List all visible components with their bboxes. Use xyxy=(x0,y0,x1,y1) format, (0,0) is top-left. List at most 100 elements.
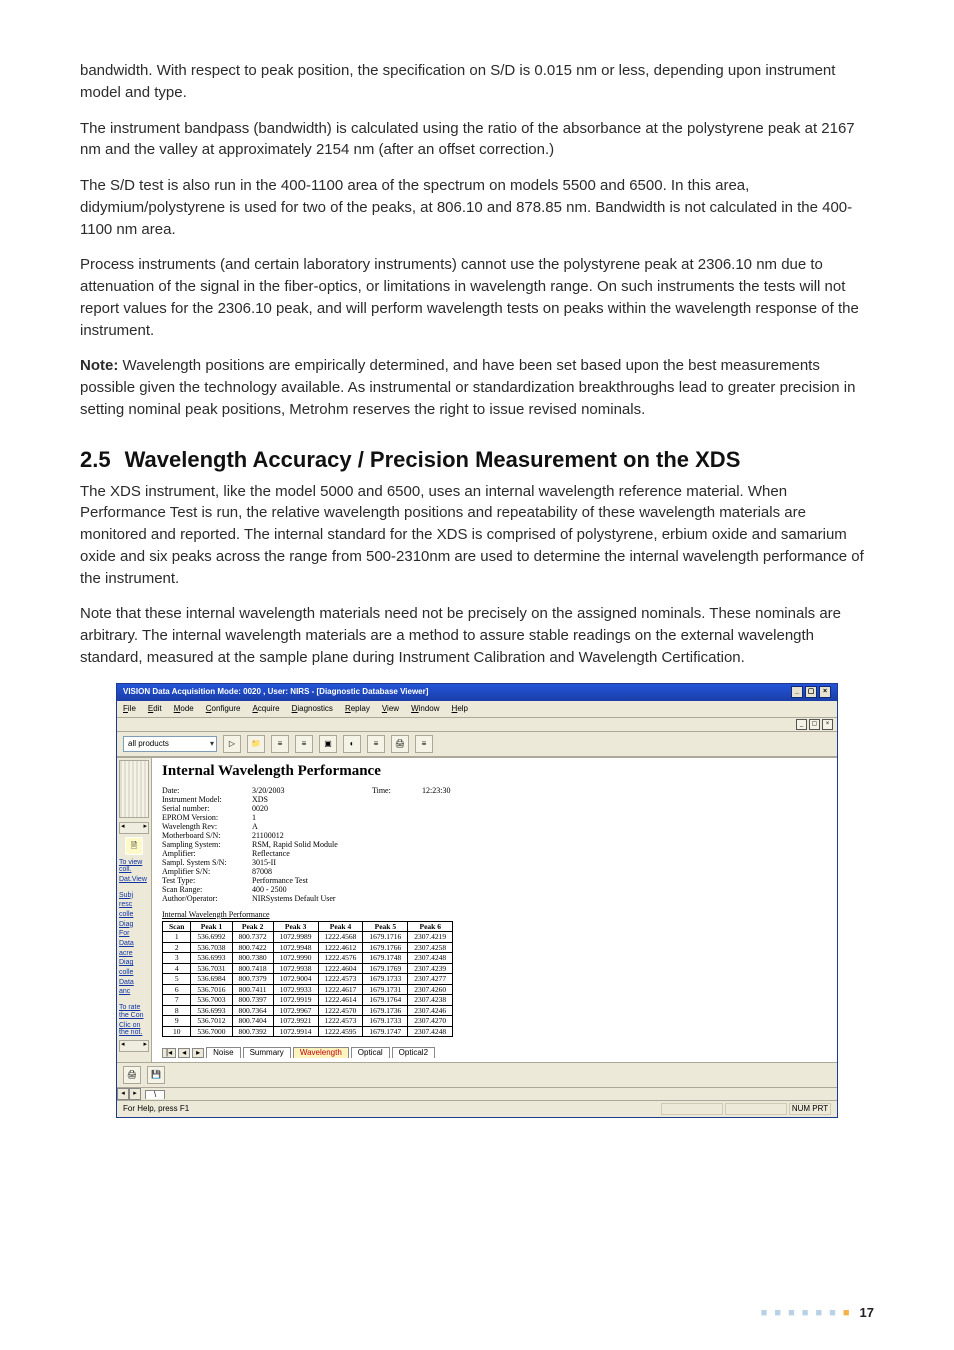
play-button[interactable]: ▷ xyxy=(223,735,241,753)
mdi-close-button[interactable]: × xyxy=(822,719,833,730)
footer-dots: ■ ■ ■ ■ ■ ■ ■ xyxy=(761,1307,852,1319)
meta-eprom-k: EPROM Version: xyxy=(162,814,252,822)
tool-button-4[interactable]: ◐ xyxy=(343,735,361,753)
meta-tt-k: Test Type: xyxy=(162,877,252,885)
close-button[interactable]: × xyxy=(819,686,831,698)
meta-auth-v: NIRSystems Default User xyxy=(252,895,502,903)
tab-noise[interactable]: Noise xyxy=(206,1047,240,1058)
menu-configure[interactable]: Configure xyxy=(206,705,241,713)
table-cell: 1222.4576 xyxy=(318,953,363,964)
table-row: 4536.7031800.74181072.99381222.46041679.… xyxy=(163,963,453,974)
spectrum-thumbnail xyxy=(119,760,149,818)
link-b-2[interactable]: colle xyxy=(117,910,151,920)
maximize-button[interactable]: ▢ xyxy=(805,686,817,698)
link-b-4[interactable]: For xyxy=(117,929,151,939)
table-cell: 1222.4573 xyxy=(318,974,363,985)
meta-date-v: 3/20/2003 xyxy=(252,787,372,795)
tool-button-1[interactable]: ≡ xyxy=(271,735,289,753)
tab-wavelength[interactable]: Wavelength xyxy=(293,1047,349,1058)
meta-date-k: Date: xyxy=(162,787,252,795)
lower-scroll-right[interactable]: ▸ xyxy=(129,1088,141,1100)
mdi-minimize-button[interactable]: _ xyxy=(796,719,807,730)
tab-optical2[interactable]: Optical2 xyxy=(392,1047,435,1058)
tool-button-5[interactable]: ≡ xyxy=(367,735,385,753)
link-c-1[interactable]: Clic on the not. xyxy=(117,1021,151,1038)
meta-mb-k: Motherboard S/N: xyxy=(162,832,252,840)
table-cell: 800.7411 xyxy=(232,984,273,995)
meta-time-v: 12:23:30 xyxy=(422,787,502,795)
link-c-0[interactable]: To rate the Con xyxy=(117,1003,151,1020)
table-cell: 2307.4277 xyxy=(408,974,453,985)
lower-tab[interactable]: \ xyxy=(145,1090,165,1099)
menu-help[interactable]: Help xyxy=(452,705,468,713)
table-row: 5536.6984800.73791072.90041222.45731679.… xyxy=(163,974,453,985)
report-tabs: |◂ ◂ ▸ Noise Summary Wavelength Optical … xyxy=(162,1047,827,1058)
table-header-row: Scan Peak 1 Peak 2 Peak 3 Peak 4 Peak 5 … xyxy=(163,921,453,932)
table-cell: 536.6993 xyxy=(191,1005,232,1016)
menu-window[interactable]: Window xyxy=(411,705,439,713)
left-scrollbar-2[interactable]: ◂▸ xyxy=(119,1040,149,1052)
link-a-1[interactable]: Dat.View xyxy=(117,875,151,885)
table-cell: 8 xyxy=(163,1005,191,1016)
table-row: 2536.7038800.74221072.99481222.46121679.… xyxy=(163,942,453,953)
menu-file[interactable]: File xyxy=(123,705,136,713)
para-4: Process instruments (and certain laborat… xyxy=(80,254,874,341)
mdi-maximize-button[interactable]: ▢ xyxy=(809,719,820,730)
print-icon[interactable]: 🖨 xyxy=(123,1066,141,1084)
tabs-first[interactable]: |◂ xyxy=(162,1048,176,1058)
para-3: The S/D test is also run in the 400-1100… xyxy=(80,175,874,240)
table-cell: 2307.4238 xyxy=(408,995,453,1006)
heading-2-5: 2.5Wavelength Accuracy / Precision Measu… xyxy=(80,447,874,473)
left-pane: ◂▸ 🗎 To view coll. Dat.View Subj resc co… xyxy=(117,758,152,1063)
save-icon[interactable]: 💾 xyxy=(147,1066,165,1084)
menu-acquire[interactable]: Acquire xyxy=(252,705,279,713)
status-bar: For Help, press F1 NUM PRT xyxy=(117,1100,837,1117)
print-button[interactable]: 🖨 xyxy=(391,735,409,753)
table-body: 1536.6992800.73721072.99891222.45681679.… xyxy=(163,932,453,1037)
link-b-3[interactable]: Diag xyxy=(117,920,151,930)
menu-edit[interactable]: Edit xyxy=(148,705,162,713)
link-a-0[interactable]: To view coll. xyxy=(117,858,151,875)
meta-eprom-v: 1 xyxy=(252,814,502,822)
table-cell: 2 xyxy=(163,942,191,953)
minimize-button[interactable]: _ xyxy=(791,686,803,698)
meta-ssn-v: 3015-II xyxy=(252,859,502,867)
link-b-1[interactable]: resc xyxy=(117,900,151,910)
menu-mode[interactable]: Mode xyxy=(174,705,194,713)
left-links-c: To rate the Con Clic on the not. xyxy=(117,1003,151,1038)
table-cell: 5 xyxy=(163,974,191,985)
link-b-6[interactable]: acre xyxy=(117,949,151,959)
menu-diagnostics[interactable]: Diagnostics xyxy=(292,705,333,713)
tab-optical[interactable]: Optical xyxy=(351,1047,390,1058)
table-cell: 536.7016 xyxy=(191,984,232,995)
link-b-7[interactable]: Diag xyxy=(117,958,151,968)
table-cell: 2307.4248 xyxy=(408,953,453,964)
tabs-next[interactable]: ▸ xyxy=(192,1048,204,1058)
table-cell: 4 xyxy=(163,963,191,974)
table-cell: 536.6984 xyxy=(191,974,232,985)
meta-serial-k: Serial number: xyxy=(162,805,252,813)
link-b-9[interactable]: Data xyxy=(117,978,151,988)
link-b-10[interactable]: anc xyxy=(117,987,151,997)
link-b-8[interactable]: colle xyxy=(117,968,151,978)
products-combo[interactable]: all products xyxy=(123,736,217,752)
menu-view[interactable]: View xyxy=(382,705,399,713)
menu-replay[interactable]: Replay xyxy=(345,705,370,713)
left-scrollbar[interactable]: ◂▸ xyxy=(119,822,149,834)
lower-scroll-left[interactable]: ◂ xyxy=(117,1088,129,1100)
tool-button-2[interactable]: ≡ xyxy=(295,735,313,753)
tab-summary[interactable]: Summary xyxy=(243,1047,291,1058)
meta-auth-k: Author/Operator: xyxy=(162,895,252,903)
para-5-note: Note: Wavelength positions are empirical… xyxy=(80,355,874,420)
note-icon[interactable]: 🗎 xyxy=(125,837,143,855)
open-button[interactable]: 📁 xyxy=(247,735,265,753)
link-b-5[interactable]: Data xyxy=(117,939,151,949)
tabs-prev[interactable]: ◂ xyxy=(178,1048,190,1058)
table-cell: 1679.1747 xyxy=(363,1026,408,1037)
link-b-0[interactable]: Subj xyxy=(117,891,151,901)
wavelength-table: Scan Peak 1 Peak 2 Peak 3 Peak 4 Peak 5 … xyxy=(162,921,453,1038)
table-cell: 2307.4260 xyxy=(408,984,453,995)
para-6: The XDS instrument, like the model 5000 … xyxy=(80,481,874,590)
tool-button-6[interactable]: ≡ xyxy=(415,735,433,753)
tool-button-3[interactable]: ▣ xyxy=(319,735,337,753)
